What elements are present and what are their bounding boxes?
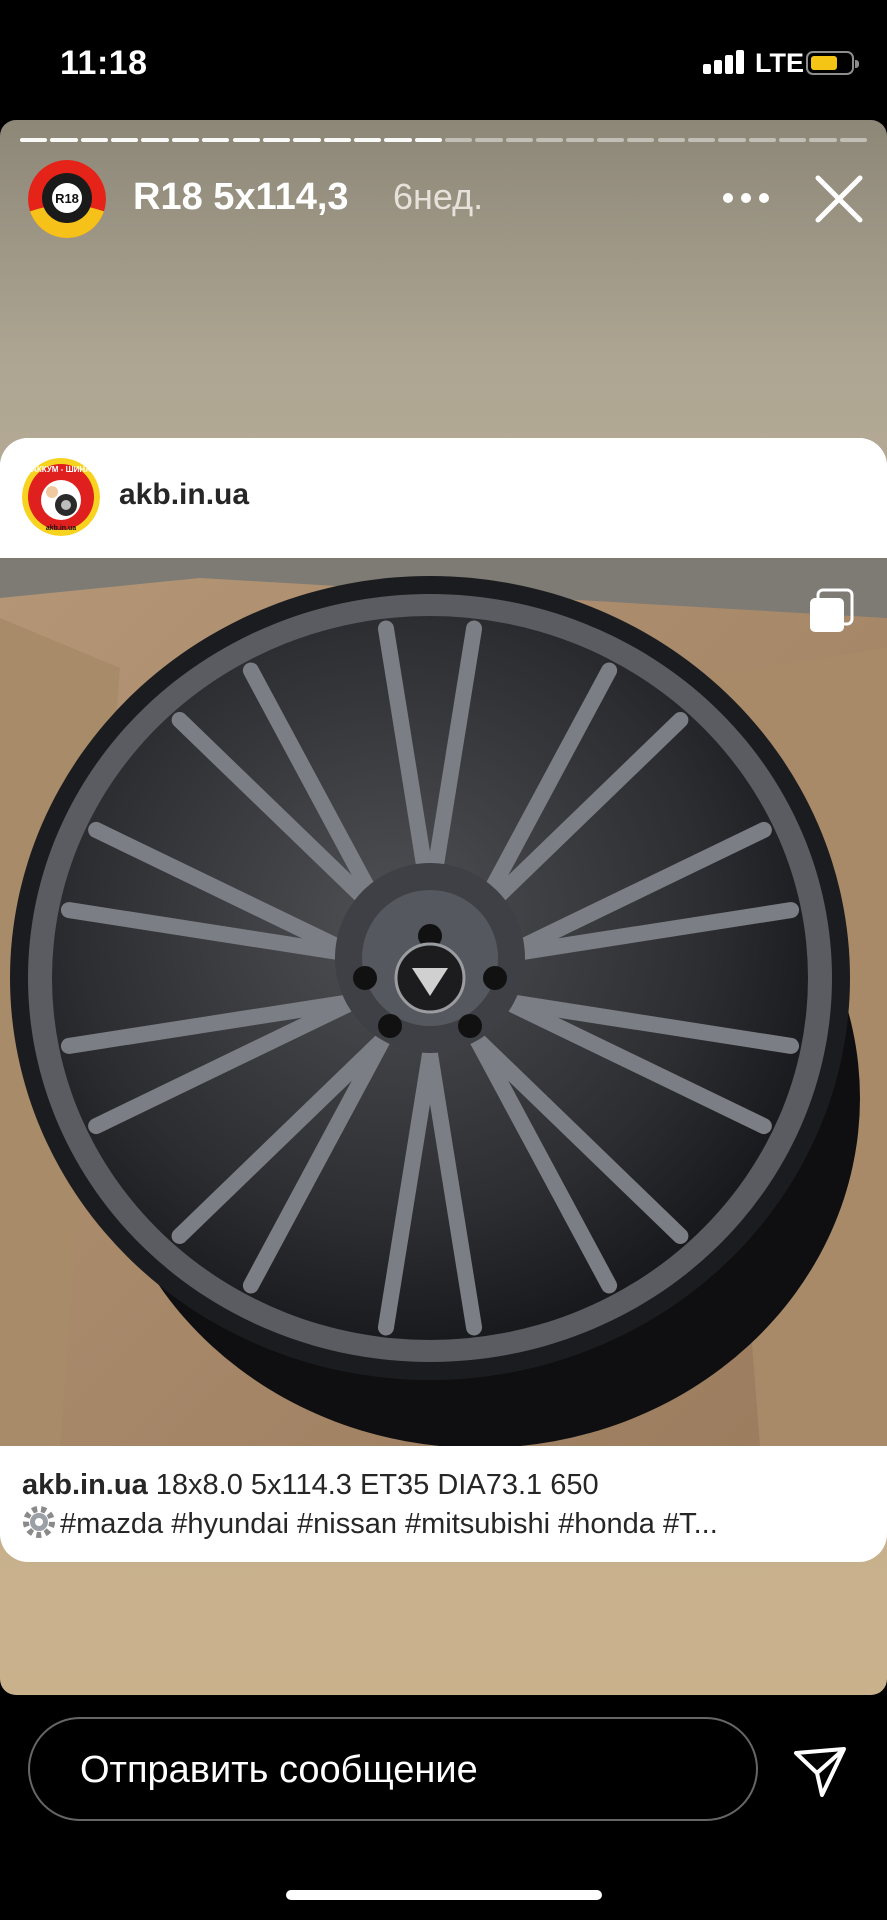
progress-segment [323,138,351,142]
svg-text:АККУМ - ШИНА: АККУМ - ШИНА [31,465,91,474]
progress-segment [262,138,291,142]
send-icon[interactable] [792,1743,848,1799]
progress-segment [20,138,48,142]
progress-segment [657,138,685,142]
shop-logo-icon: АККУМ - ШИНА akb.in.ua [22,458,100,536]
status-time: 11:18 [60,44,148,82]
post-username[interactable]: akb.in.ua [119,478,249,512]
gear-icon [23,1506,55,1538]
progress-segment [839,138,867,142]
home-indicator [286,1890,602,1900]
post-photo[interactable] [0,558,887,1446]
close-icon[interactable] [812,172,866,226]
svg-text:akb.in.ua: akb.in.ua [46,525,76,532]
network-type: LTE [755,48,804,78]
story-view[interactable]: R18 R18 5x114,3 6нед. АККУМ - ШИНА akb.i… [0,120,887,1695]
tire-logo-icon: R18 [28,160,106,238]
progress-segment [505,138,534,142]
battery-icon [806,51,859,75]
post-caption: akb.in.ua 18x8.0 5x114.3 ET35 DIA73.1 65… [22,1466,867,1544]
progress-segment [687,138,716,142]
progress-segment [566,138,594,142]
story-progress [20,138,867,142]
progress-segment [718,138,746,142]
post-avatar[interactable]: АККУМ - ШИНА akb.in.ua [22,458,100,536]
progress-segment [293,138,321,142]
progress-segment [445,138,473,142]
progress-segment [202,138,230,142]
progress-segment [232,138,260,142]
caption-specs: 18x8.0 5x114.3 ET35 DIA73.1 650 [155,1469,599,1501]
progress-segment [475,138,503,142]
caption-username[interactable]: akb.in.ua [22,1469,148,1501]
progress-segment [80,138,109,142]
message-input[interactable]: Отправить сообщение [28,1717,758,1821]
progress-segment [50,138,78,142]
status-bar: 11:18 LTE [0,0,887,120]
progress-segment [171,138,200,142]
progress-segment [627,138,655,142]
progress-segment [414,138,442,142]
progress-segment [778,138,807,142]
progress-segment [111,138,139,142]
progress-segment [384,138,412,142]
post-header: АККУМ - ШИНА akb.in.ua akb.in.ua [0,438,887,558]
progress-segment [353,138,382,142]
story-age: 6нед. [393,176,484,217]
caption-tags: #mazda #hyundai #nissan #mitsubishi #hon… [60,1508,718,1540]
message-placeholder: Отправить сообщение [80,1749,478,1791]
story-avatar[interactable]: R18 [28,160,106,238]
story-title: R18 5x114,3 [133,176,349,218]
progress-segment [536,138,564,142]
svg-text:R18: R18 [55,191,79,206]
progress-segment [141,138,169,142]
progress-segment [748,138,776,142]
wheel-photo [0,558,887,1446]
multiple-photos-icon [810,588,854,632]
progress-segment [809,138,837,142]
more-icon[interactable] [722,192,770,204]
progress-segment [596,138,625,142]
signal-icon [703,50,744,74]
shared-post-card[interactable]: АККУМ - ШИНА akb.in.ua akb.in.ua akb.in.… [0,438,887,1562]
